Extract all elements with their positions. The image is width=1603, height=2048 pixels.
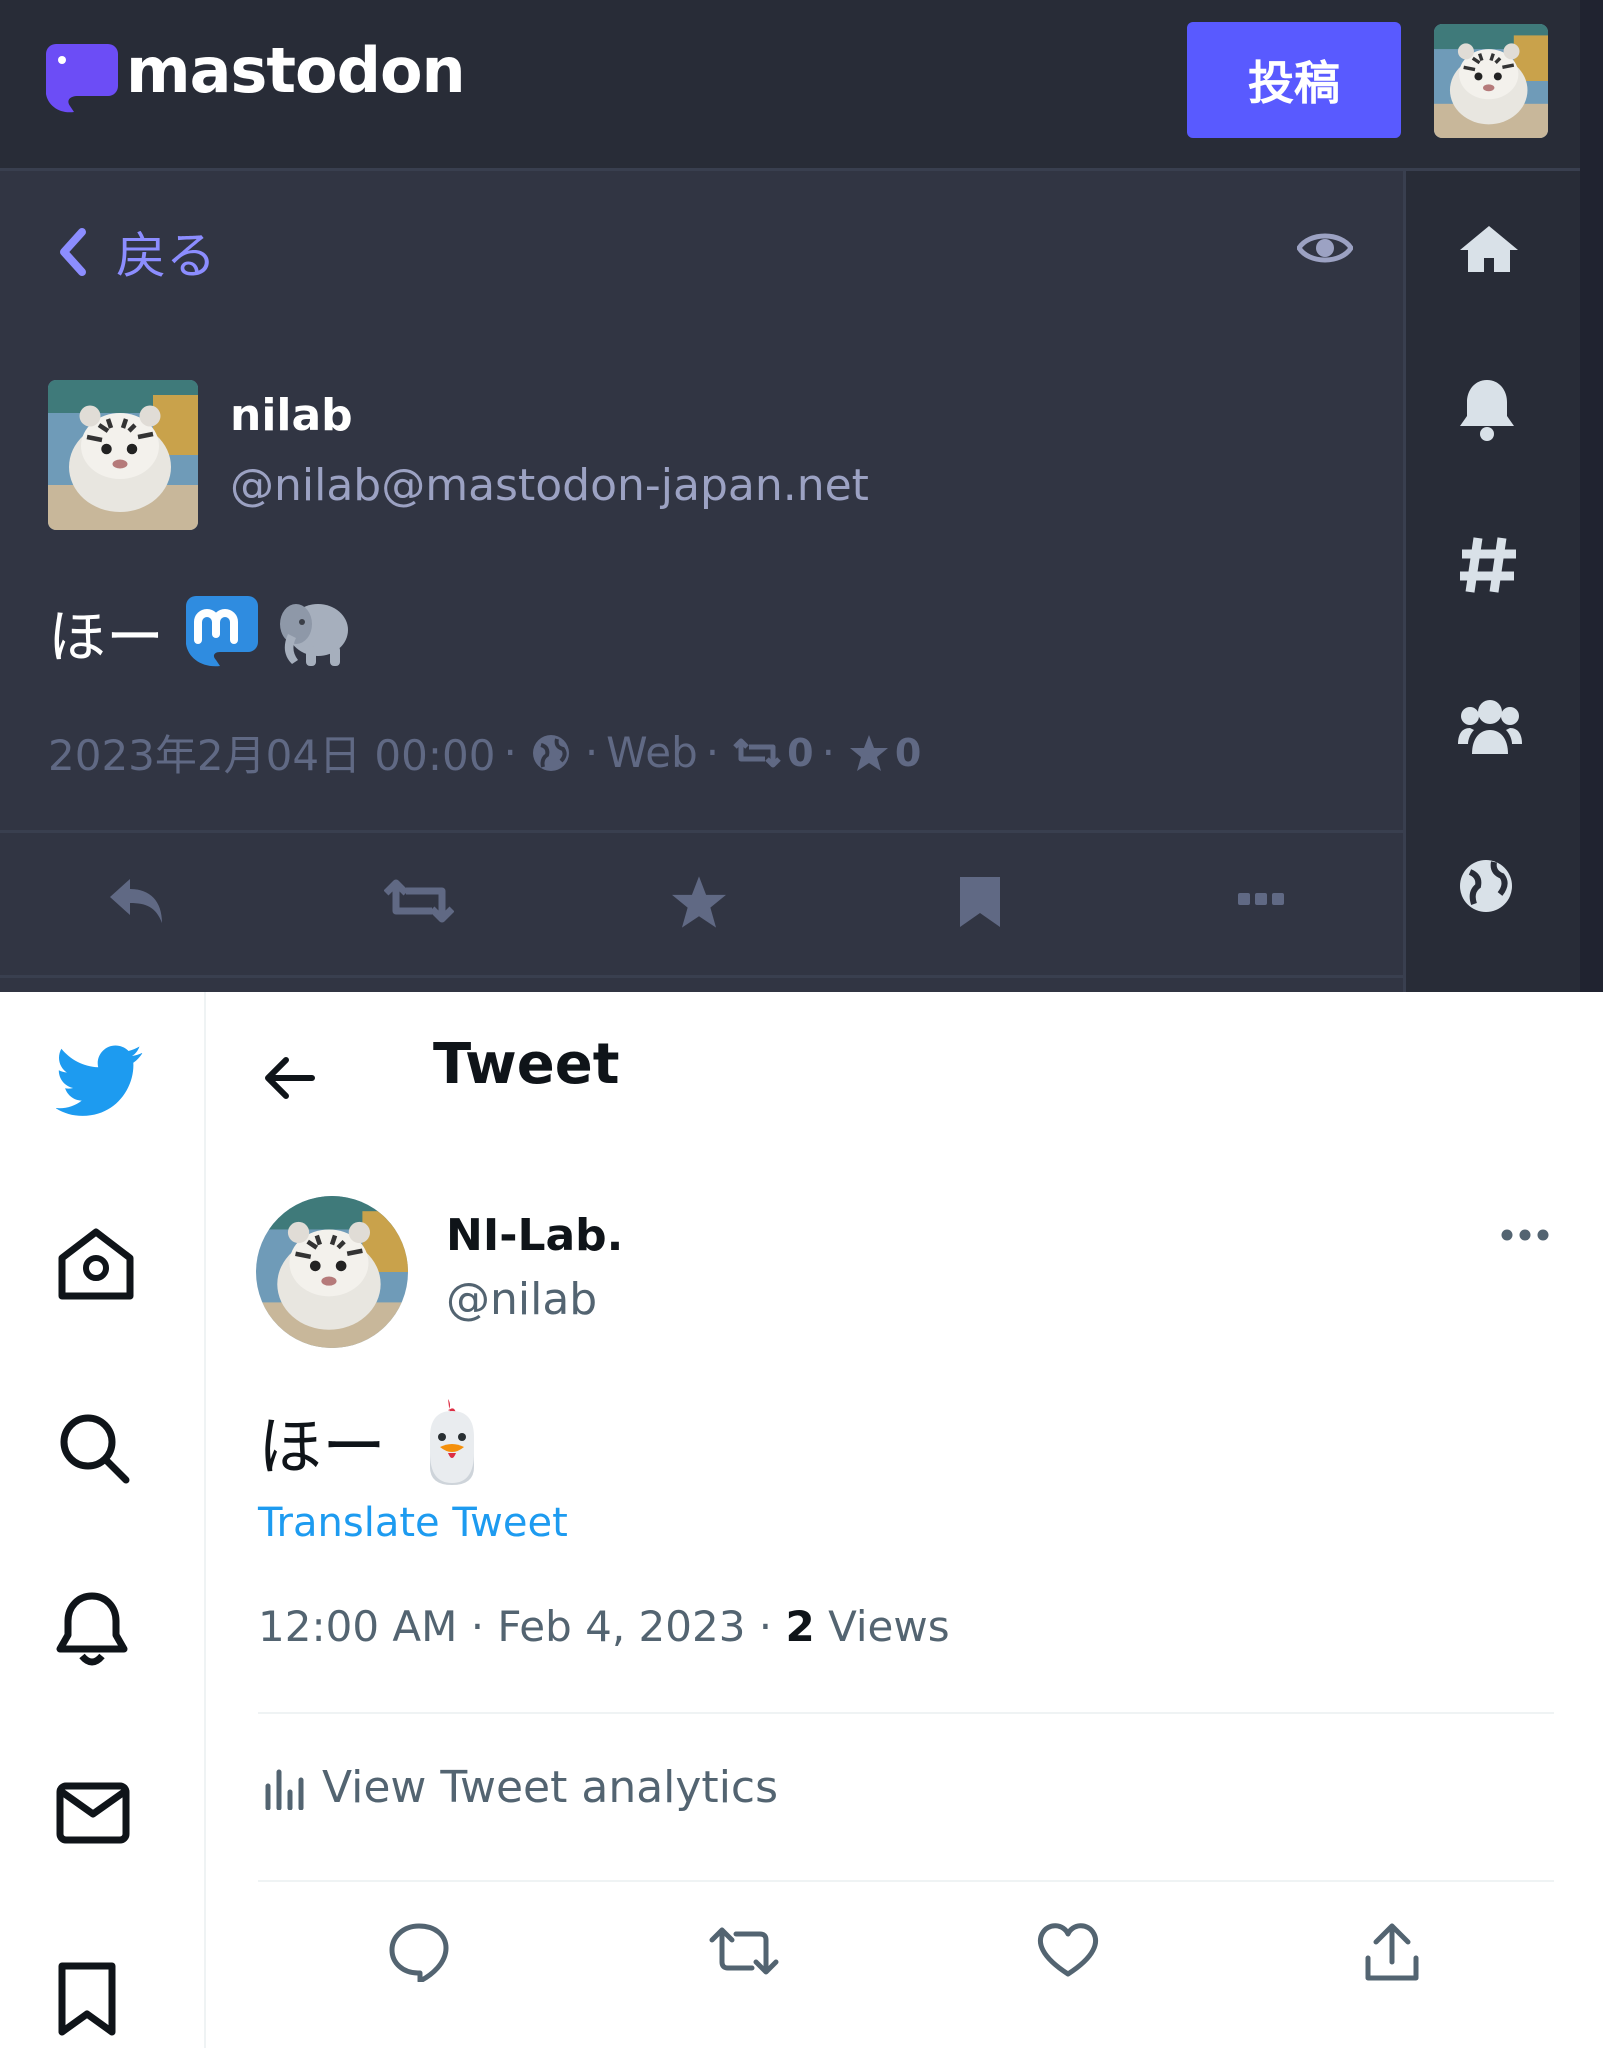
back-button[interactable]: 戻る [58, 216, 216, 288]
view-tweet-analytics-link[interactable]: View Tweet analytics [262, 1762, 778, 1813]
star-icon [849, 734, 888, 771]
divider [0, 975, 1403, 978]
author-name[interactable]: NI-Lab. [446, 1210, 623, 1261]
boost-icon[interactable] [384, 875, 454, 927]
mastodon-wordmark: mastodon [126, 34, 466, 107]
mastodon-logo-emoji [186, 596, 259, 667]
analytics-icon [265, 1769, 304, 1810]
status-content: ほー [48, 590, 356, 674]
status-action-bar [0, 835, 1403, 975]
display-name[interactable]: nilab [230, 390, 353, 441]
bookmark-icon[interactable] [958, 875, 1002, 929]
elephant-emoji [280, 604, 349, 666]
arrow-left-icon[interactable] [262, 1056, 316, 1100]
eye-icon[interactable] [1297, 228, 1353, 268]
status-avatar[interactable] [48, 380, 198, 530]
like-icon[interactable] [1036, 1922, 1100, 1978]
divider [258, 1880, 1554, 1882]
search-icon[interactable] [56, 1410, 132, 1486]
mail-icon[interactable] [56, 1782, 130, 1844]
boost-icon [733, 738, 781, 767]
account-handle[interactable]: @nilab@mastodon-japan.net [230, 460, 869, 511]
separator: · [821, 728, 835, 777]
reblogs-count[interactable]: 0 [787, 731, 813, 775]
scrollbar-track[interactable] [1580, 0, 1603, 992]
bookmark-icon[interactable] [56, 1962, 118, 2036]
author-avatar[interactable] [256, 1196, 408, 1348]
translate-tweet-link[interactable]: Translate Tweet [258, 1500, 568, 1546]
users-icon[interactable] [1458, 696, 1522, 756]
bell-icon[interactable] [1458, 376, 1516, 442]
page-title: Tweet [433, 1032, 620, 1097]
more-icon[interactable] [1500, 1228, 1550, 1242]
separator: · [584, 728, 599, 777]
chicken-emoji [430, 1399, 474, 1485]
more-icon[interactable] [1236, 875, 1286, 925]
mastodon-logo-icon [46, 44, 118, 113]
divider [258, 1712, 1554, 1714]
status-text: ほー [48, 603, 165, 671]
tweet-meta: 12:00 AM · Feb 4, 2023 · 2 Views [258, 1602, 950, 1651]
retweet-icon[interactable] [708, 1922, 780, 1980]
chevron-left-icon [60, 228, 86, 276]
status-application[interactable]: Web [606, 728, 698, 777]
globe-icon [532, 734, 569, 771]
home-icon[interactable] [1458, 224, 1520, 274]
reply-icon[interactable] [388, 1922, 450, 1982]
tweet-text: ほー [258, 1411, 386, 1485]
twitter-sidebar [0, 992, 206, 2048]
tweet-content: ほー [258, 1396, 482, 1488]
share-icon[interactable] [1362, 1922, 1422, 1982]
mastodon-logo[interactable]: mastodon [44, 34, 466, 120]
mastodon-panel: mastodon 投稿 戻る nilab @nilab@mastodon-jap… [0, 0, 1603, 992]
views-count: 2 [785, 1602, 815, 1651]
twitter-panel: Tweet NI-Lab. @nilab ほー Translate Tweet … [0, 992, 1603, 2048]
favourites-count[interactable]: 0 [895, 731, 921, 775]
avatar[interactable] [1434, 24, 1548, 138]
author-handle[interactable]: @nilab [446, 1274, 597, 1325]
home-icon[interactable] [56, 1228, 136, 1300]
status-date[interactable]: 2023年2月04日 00:00 [48, 722, 495, 783]
views-label: Views [814, 1602, 950, 1651]
bell-icon[interactable] [56, 1590, 128, 1668]
divider [0, 830, 1403, 833]
analytics-label: View Tweet analytics [322, 1762, 779, 1813]
favourite-icon[interactable] [670, 875, 728, 929]
tweet-timestamp[interactable]: 12:00 AM · Feb 4, 2023 · [258, 1602, 785, 1651]
reply-icon[interactable] [106, 875, 168, 927]
separator: · [503, 728, 517, 777]
back-label: 戻る [116, 227, 216, 285]
twitter-bird-icon[interactable] [56, 1044, 144, 1118]
separator: · [705, 728, 720, 777]
globe-icon[interactable] [1458, 858, 1514, 914]
compose-button[interactable]: 投稿 [1187, 22, 1401, 138]
status-meta: 2023年2月04日 00:00 · · Web · 0 · 0 [48, 722, 921, 783]
hashtag-icon[interactable] [1458, 536, 1518, 594]
